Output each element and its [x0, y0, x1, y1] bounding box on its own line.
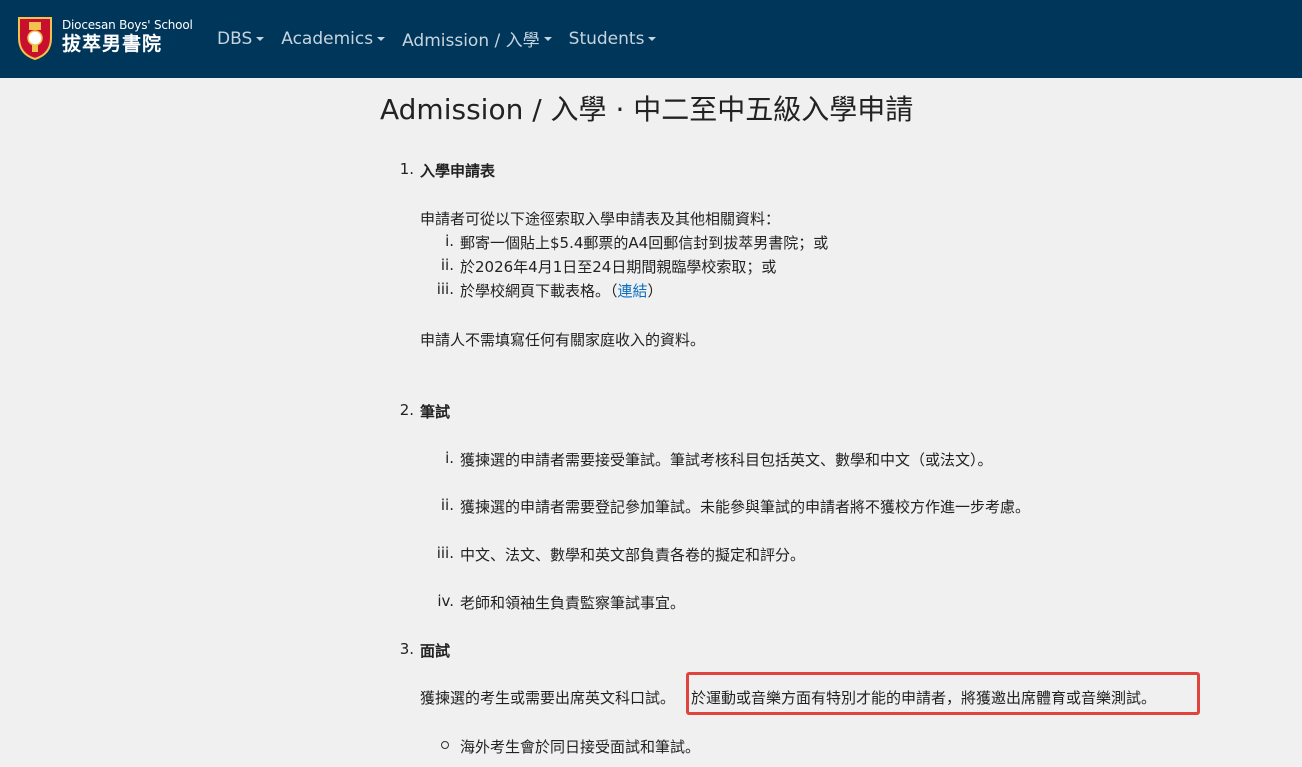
- list-item: 於學校網頁下載表格。（連結）: [460, 280, 663, 301]
- list-marker: i.: [445, 449, 454, 467]
- download-form-link[interactable]: 連結: [618, 282, 648, 300]
- section-intro: 申請者可從以下途徑索取入學申請表及其他相關資料：: [420, 210, 781, 228]
- list-item: 獲揀選的申請者需要接受筆試。筆試考核科目包括英文、數學和中文（或法文）。: [460, 451, 993, 469]
- highlight-annotation-box: [686, 672, 1200, 715]
- list-item: 於2026年4月1日至24日期間親臨學校索取；或: [460, 258, 777, 276]
- main-content: 1. 入學申請表 申請者可從以下途徑索取入學申請表及其他相關資料： i. 郵寄一…: [0, 0, 1302, 767]
- interview-text: 獲揀選的考生或需要出席英文科口試。: [420, 689, 676, 707]
- section-heading-written-test: 筆試: [420, 403, 451, 421]
- list-item: 郵寄一個貼上$5.4郵票的A4回郵信封到拔萃男書院；或: [460, 234, 829, 252]
- bullet-icon: [441, 741, 449, 749]
- section-heading-application-form: 入學申請表: [420, 162, 496, 180]
- section-number: 2.: [399, 401, 414, 419]
- list-marker: iii.: [436, 280, 454, 298]
- list-marker: ii.: [440, 496, 454, 514]
- section-heading-interview: 面試: [420, 642, 451, 660]
- list-marker: iii.: [436, 544, 454, 562]
- list-item-text: 於學校網頁下載表格。（: [460, 282, 618, 300]
- list-item: 中文、法文、數學和英文部負責各卷的擬定和評分。: [460, 546, 806, 564]
- list-item-text-end: ）: [647, 282, 663, 300]
- list-item: 獲揀選的申請者需要登記參加筆試。未能參與筆試的申請者將不獲校方作進一步考慮。: [460, 498, 1031, 516]
- section-note: 申請人不需填寫任何有關家庭收入的資料。: [420, 331, 706, 349]
- list-item: 老師和領袖生負責監察筆試事宜。: [460, 594, 686, 612]
- list-marker: ii.: [440, 256, 454, 274]
- section-number: 1.: [399, 160, 414, 178]
- section-number: 3.: [399, 640, 414, 658]
- list-item: 海外考生會於同日接受面試和筆試。: [460, 738, 701, 756]
- list-marker: i.: [445, 232, 454, 250]
- list-marker: iv.: [437, 592, 454, 610]
